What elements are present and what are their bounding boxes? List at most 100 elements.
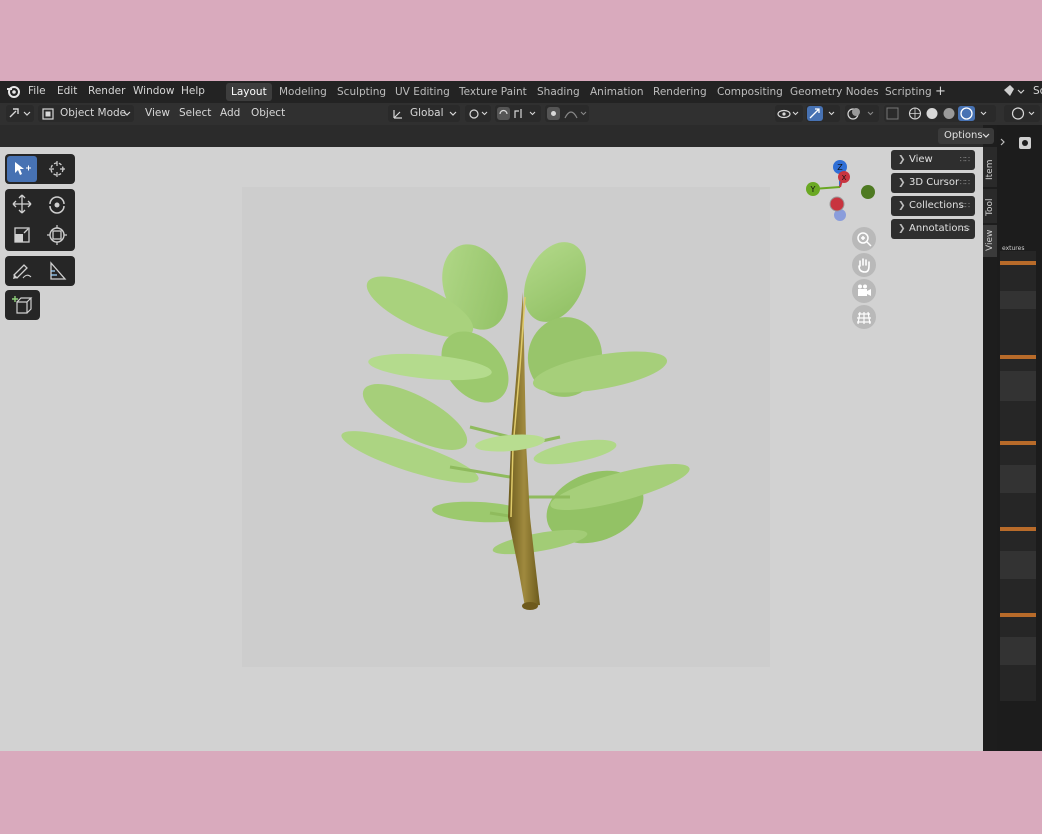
rotate-icon <box>49 196 65 214</box>
orientation-label: Global <box>410 107 444 119</box>
scene-selector-icon[interactable] <box>1002 84 1026 101</box>
move-tool-button[interactable] <box>7 191 37 217</box>
npanel-tab-item[interactable]: Item <box>983 147 997 187</box>
orientation-icon <box>393 110 402 119</box>
menu-window[interactable]: Window <box>133 85 174 97</box>
annotate-icon <box>13 264 32 279</box>
npanel-section-annotations[interactable]: ❯ Annotations ∷∷ <box>891 219 975 239</box>
visibility-dropdown[interactable] <box>775 105 803 122</box>
measure-tool-button[interactable] <box>42 258 72 284</box>
camera-view-button[interactable] <box>852 279 876 303</box>
tool-group-annotate <box>5 256 75 286</box>
hand-pan-icon <box>858 258 870 273</box>
npanel-tab-label: View <box>985 229 995 251</box>
npanel-tab-tool[interactable]: Tool <box>983 189 997 223</box>
tab-geometry-nodes[interactable]: Geometry Nodes <box>785 83 884 101</box>
transform-icon <box>47 225 67 245</box>
render-engine-icon[interactable] <box>1004 105 1040 122</box>
drag-handle-icon[interactable]: ∷∷ <box>960 219 970 239</box>
npanel-section-view[interactable]: ❯ View ∷∷ <box>891 150 975 170</box>
tool-group-select <box>5 154 75 184</box>
transform-orientation-dropdown[interactable]: Global <box>388 105 460 122</box>
navigation-gizmo[interactable]: Z Y X <box>800 157 880 227</box>
chevron-down-icon <box>982 133 990 138</box>
cursor-tool-button[interactable] <box>42 156 72 182</box>
3d-viewport[interactable]: Z Y X ❯ View ∷∷ ❯ 3D Cursor ∷∷ ❯ Collect… <box>0 147 983 751</box>
3d-cursor-icon <box>49 161 65 177</box>
blender-logo-icon[interactable] <box>6 84 20 101</box>
scale-tool-button[interactable] <box>7 222 37 248</box>
proportional-editing-toggle[interactable] <box>545 105 589 122</box>
npanel-tab-label: Tool <box>985 198 995 216</box>
chevron-down-icon <box>449 111 457 116</box>
zoom-icon <box>857 232 872 247</box>
select-tool-button[interactable] <box>7 156 37 182</box>
overlays-toggle[interactable] <box>845 105 879 122</box>
tool-options-bar: Options <box>0 125 994 147</box>
tab-shading[interactable]: Shading <box>532 83 585 101</box>
cursor-select-icon <box>15 162 31 175</box>
snap-toggle[interactable] <box>495 105 541 122</box>
pan-button[interactable] <box>852 253 876 277</box>
options-dropdown[interactable]: Options <box>938 128 994 144</box>
drag-handle-icon[interactable]: ∷∷ <box>960 173 970 193</box>
tool-group-add <box>5 290 40 320</box>
gizmo-neg-x[interactable] <box>829 196 845 212</box>
gizmo-y-label: Y <box>810 185 816 194</box>
shading-mode-buttons[interactable] <box>884 105 996 122</box>
tab-rendering[interactable]: Rendering <box>648 83 712 101</box>
chevron-right-icon: ❯ <box>898 155 906 165</box>
menu-object[interactable]: Object <box>251 107 285 119</box>
tab-sculpting[interactable]: Sculpting <box>332 83 391 101</box>
menu-edit[interactable]: Edit <box>57 85 77 97</box>
transform-tool-button[interactable] <box>42 222 72 248</box>
drag-handle-icon[interactable]: ∷∷ <box>960 150 970 170</box>
zoom-button[interactable] <box>852 227 876 251</box>
add-cube-tool-button[interactable] <box>7 292 37 318</box>
tab-layout[interactable]: Layout <box>226 83 272 101</box>
properties-editor-edge[interactable]: extures <box>997 125 1042 751</box>
menu-help[interactable]: Help <box>181 85 205 97</box>
annotate-tool-button[interactable] <box>7 258 37 284</box>
gizmo-x-label: X <box>842 174 847 182</box>
tab-scripting[interactable]: Scripting <box>880 83 937 101</box>
pivot-point-dropdown[interactable] <box>465 105 491 122</box>
tab-compositing[interactable]: Compositing <box>712 83 788 101</box>
menu-add[interactable]: Add <box>220 107 240 119</box>
measure-icon <box>50 261 67 280</box>
properties-node-list: extures <box>1000 245 1036 701</box>
npanel-section-label: View <box>909 154 933 165</box>
npanel-section-collections[interactable]: ❯ Collections ∷∷ <box>891 196 975 216</box>
object-mode-dropdown[interactable]: Object Mode <box>38 105 134 122</box>
chevron-right-icon: ❯ <box>898 201 906 211</box>
tab-animation[interactable]: Animation <box>585 83 649 101</box>
tab-texture-paint[interactable]: Texture Paint <box>454 83 532 101</box>
object-mode-label: Object Mode <box>60 107 127 119</box>
rotate-tool-button[interactable] <box>42 191 72 217</box>
editor-type-dropdown[interactable] <box>6 105 34 122</box>
scene-properties-icon[interactable] <box>997 133 1042 153</box>
blender-window: File Edit Render Window Help Layout Mode… <box>0 81 1042 751</box>
menu-view[interactable]: View <box>145 107 170 119</box>
menu-render[interactable]: Render <box>88 85 125 97</box>
plant-model[interactable] <box>330 217 710 617</box>
drag-handle-icon[interactable]: ∷∷ <box>960 196 970 216</box>
chevron-right-icon: ❯ <box>898 224 906 234</box>
npanel-tab-view[interactable]: View <box>983 225 997 257</box>
options-label: Options <box>944 130 983 141</box>
tab-modeling[interactable]: Modeling <box>274 83 332 101</box>
gizmo-neg-y[interactable] <box>861 185 875 199</box>
menu-select[interactable]: Select <box>179 107 211 119</box>
add-workspace-button[interactable]: + <box>935 84 946 99</box>
grid-ortho-icon <box>857 311 871 325</box>
tool-group-transform <box>5 189 75 251</box>
gizmo-toggle[interactable] <box>806 105 840 122</box>
menu-file[interactable]: File <box>28 85 46 97</box>
ortho-toggle-button[interactable] <box>852 305 876 329</box>
npanel-tab-label: Item <box>985 159 995 181</box>
npanel-section-3d-cursor[interactable]: ❯ 3D Cursor ∷∷ <box>891 173 975 193</box>
camera-icon <box>858 284 871 296</box>
chevron-right-icon: ❯ <box>898 178 906 188</box>
tab-uv-editing[interactable]: UV Editing <box>390 83 455 101</box>
move-icon <box>12 194 32 214</box>
